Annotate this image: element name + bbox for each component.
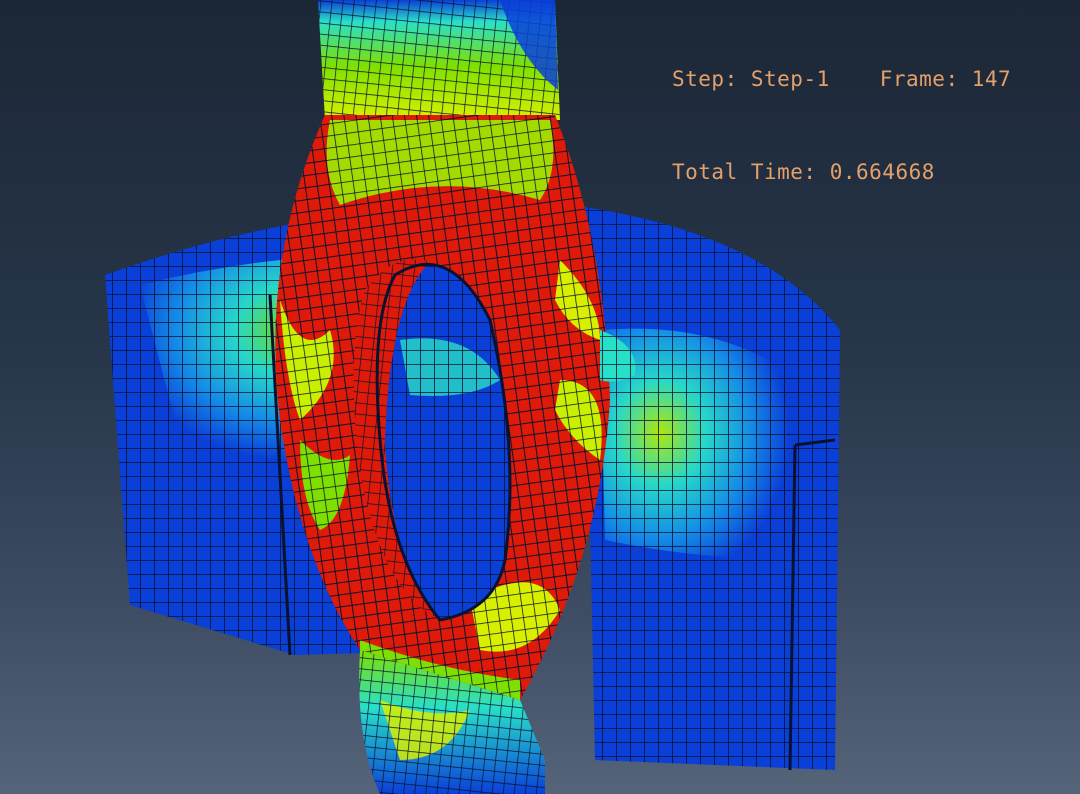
die-block-right <box>570 205 840 771</box>
total-time-row: Total Time: 0.664668 <box>672 157 1080 188</box>
step-frame-row: Step: Step-1 Frame: 147 <box>672 64 1080 95</box>
frame-value: 147 <box>971 67 1012 91</box>
total-time-value: 0.664668 <box>829 160 935 184</box>
total-time-label: Total Time: <box>672 160 817 184</box>
status-overlay: Step: Step-1 Frame: 147 Total Time: 0.664… <box>672 2 1080 250</box>
fea-viewport[interactable]: Step: Step-1 Frame: 147 Total Time: 0.664… <box>0 0 1080 794</box>
step-label: Step: <box>672 67 738 91</box>
step-value: Step-1 <box>750 67 830 91</box>
frame-label: Frame: <box>879 67 959 91</box>
upper-shaft <box>318 0 560 120</box>
